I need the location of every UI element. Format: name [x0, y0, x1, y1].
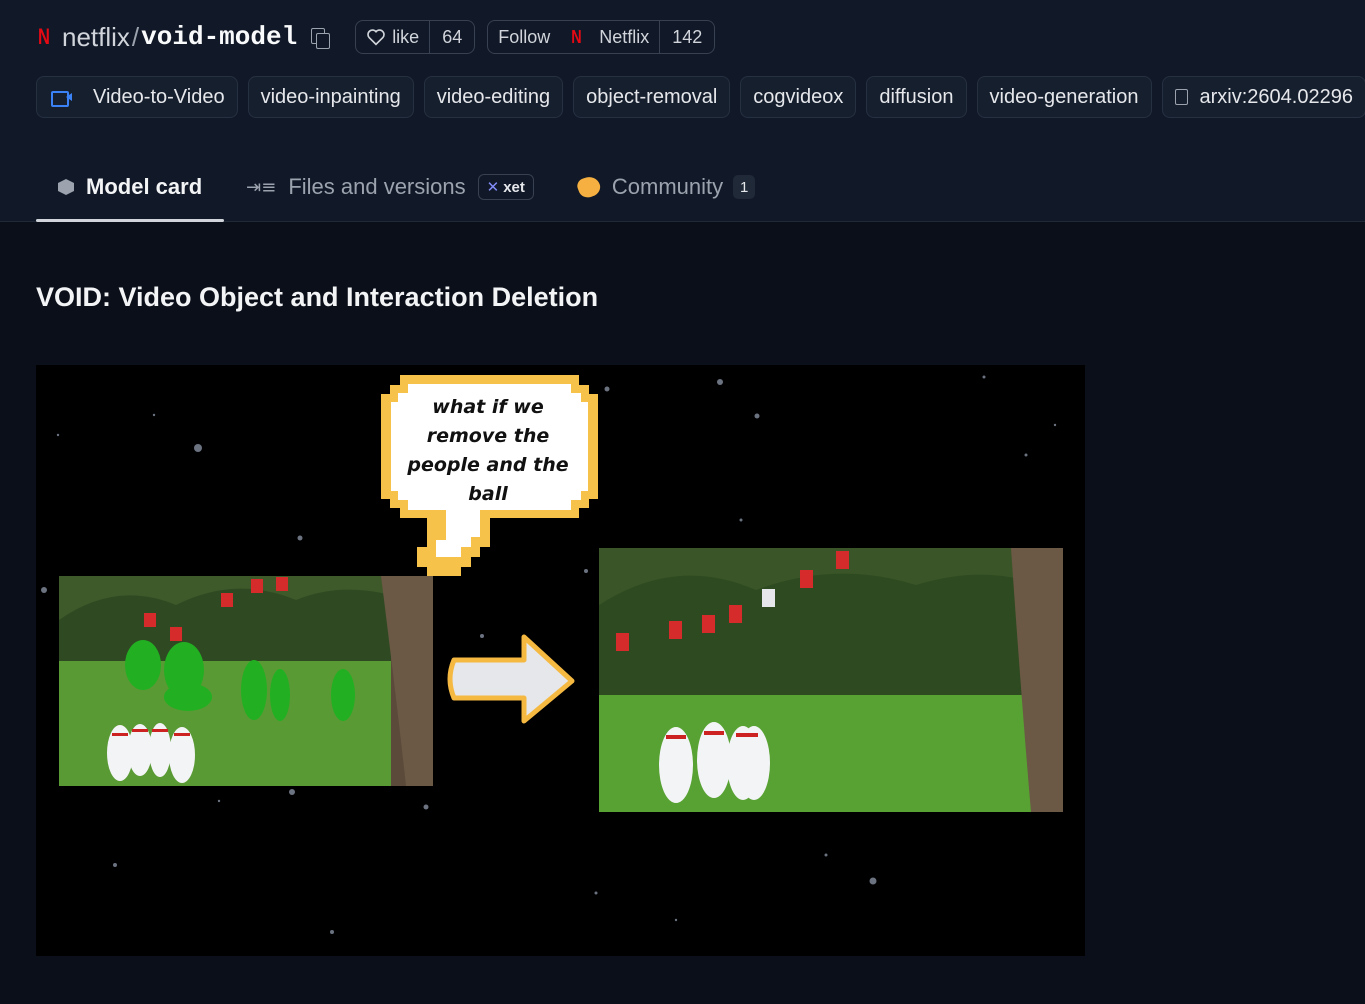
heart-icon — [367, 29, 385, 46]
cube-icon — [58, 179, 74, 195]
repo-title-row: N netflix / void-model like 64 Follow N … — [36, 18, 716, 56]
tag-arxiv-label: arxiv:2604.02296 — [1199, 85, 1353, 108]
like-button[interactable]: like — [356, 21, 429, 53]
tag-item[interactable]: cogvideox — [740, 76, 857, 118]
bubble-line: people and the — [407, 454, 569, 476]
follow-button[interactable]: Follow N Netflix — [488, 21, 659, 53]
xet-label: xet — [503, 178, 525, 196]
tag-item[interactable]: object-removal — [573, 76, 731, 118]
files-icon: ⇥≡ — [246, 176, 277, 198]
tag-item[interactable]: video-generation — [976, 76, 1152, 118]
tag-pipeline-label: Video-to-Video — [93, 85, 225, 108]
like-button-group: like 64 — [355, 20, 476, 54]
tab-community-label: Community — [611, 174, 724, 199]
tag-item[interactable]: video-inpainting — [247, 76, 414, 118]
follow-label: Follow — [498, 26, 551, 47]
model-card-title: VOID: Video Object and Interaction Delet… — [36, 282, 599, 312]
tab-files-label: Files and versions — [288, 174, 466, 199]
tab-model-card-label: Model card — [86, 174, 203, 199]
repo-header: N netflix / void-model like 64 Follow N … — [0, 0, 1365, 222]
xet-badge: ✕ xet — [477, 174, 534, 200]
bubble-line: what if we — [432, 396, 544, 418]
copy-icon[interactable] — [309, 26, 331, 49]
model-card-teaser-image: what if we remove the people and the bal… — [36, 365, 1085, 956]
document-icon — [1174, 89, 1188, 105]
tag-pipeline[interactable]: Video-to-Video — [36, 76, 238, 118]
arrow-right-icon — [447, 634, 575, 724]
tag-item[interactable]: video-editing — [423, 76, 564, 118]
tag-arxiv[interactable]: arxiv:2604.02296 — [1161, 76, 1365, 118]
xet-icon: ✕ — [486, 179, 500, 196]
tab-files-and-versions[interactable]: ⇥≡ Files and versions ✕ xet — [224, 152, 556, 222]
tab-community[interactable]: Community 1 — [556, 152, 777, 222]
repo-owner-link[interactable]: netflix — [62, 22, 130, 53]
follower-count[interactable]: 142 — [659, 21, 714, 53]
like-count[interactable]: 64 — [429, 21, 474, 53]
tab-model-card[interactable]: Model card — [36, 152, 225, 222]
repo-tabs: Model card ⇥≡ Files and versions ✕ xet C… — [36, 152, 777, 222]
bubble-line: remove the — [426, 425, 550, 447]
bubble-line: ball — [468, 483, 508, 505]
repo-name-link[interactable]: void-model — [141, 22, 297, 52]
community-count-badge: 1 — [733, 175, 756, 199]
tag-item[interactable]: diffusion — [866, 76, 967, 118]
community-hand-icon — [575, 173, 603, 201]
like-label: like — [392, 26, 420, 47]
netflix-n-icon: N — [571, 26, 582, 47]
speech-bubble-text: what if we remove the people and the bal… — [404, 393, 572, 509]
after-frame — [599, 548, 1063, 812]
repo-separator: / — [131, 21, 140, 52]
tags-row: Video-to-Video video-inpainting video-ed… — [36, 76, 1365, 118]
follow-org-name: Netflix — [599, 26, 650, 47]
video-icon — [51, 89, 73, 107]
netflix-n-logo: N — [38, 24, 50, 49]
before-frame — [59, 576, 433, 786]
follow-button-group: Follow N Netflix 142 — [487, 20, 716, 54]
